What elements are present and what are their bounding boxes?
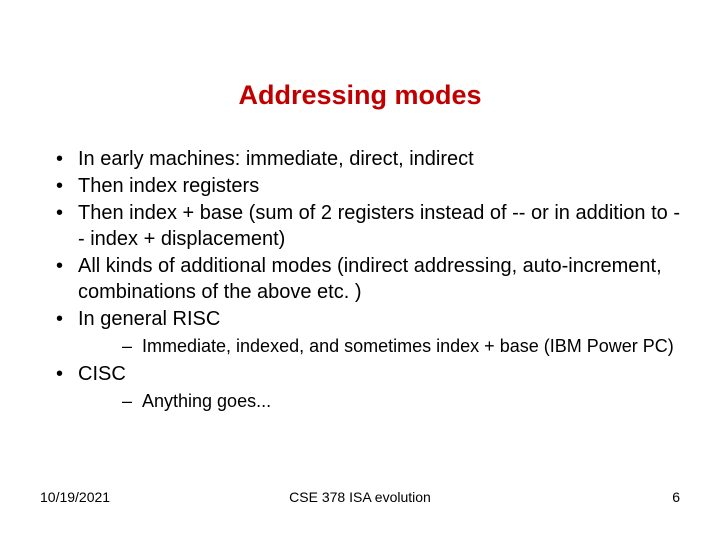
sub-list: Anything goes... [78,390,680,413]
bullet-text: CISC [78,363,126,385]
footer-page: 6 [672,489,680,505]
bullet-text: Then index + base (sum of 2 registers in… [78,202,680,250]
sub-text: Anything goes... [142,391,271,411]
bullet-text: All kinds of additional modes (indirect … [78,255,662,303]
footer: 10/19/2021 CSE 378 ISA evolution 6 [0,489,720,505]
bullet-item: All kinds of additional modes (indirect … [40,253,680,305]
footer-date: 10/19/2021 [40,489,110,505]
sub-item: Anything goes... [78,390,680,413]
bullet-item: Then index registers [40,173,680,199]
sub-list: Immediate, indexed, and sometimes index … [78,335,680,358]
sub-text: Immediate, indexed, and sometimes index … [142,336,674,356]
bullet-item: In general RISC Immediate, indexed, and … [40,306,680,358]
bullet-list: In early machines: immediate, direct, in… [40,146,680,414]
bullet-item: CISC Anything goes... [40,361,680,413]
slide-title: Addressing modes [40,80,680,111]
sub-item: Immediate, indexed, and sometimes index … [78,335,680,358]
footer-center: CSE 378 ISA evolution [289,489,431,505]
bullet-text: Then index registers [78,175,259,197]
bullet-item: Then index + base (sum of 2 registers in… [40,200,680,252]
slide: Addressing modes In early machines: imme… [0,0,720,414]
bullet-item: In early machines: immediate, direct, in… [40,146,680,172]
bullet-text: In early machines: immediate, direct, in… [78,148,474,170]
bullet-text: In general RISC [78,308,220,330]
